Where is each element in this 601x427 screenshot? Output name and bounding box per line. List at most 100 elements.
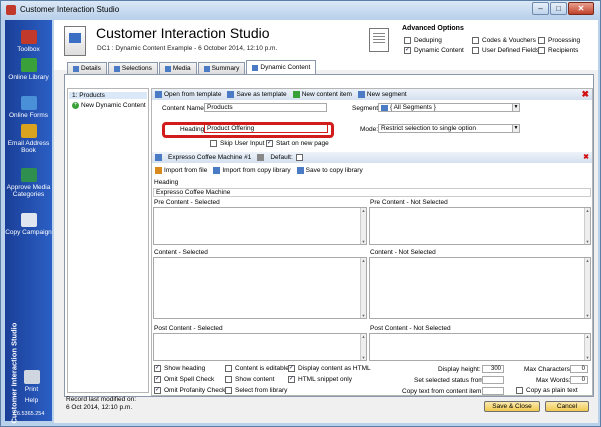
minimize-button[interactable]: – [532, 2, 549, 15]
deduping-checkbox[interactable] [404, 37, 411, 44]
show-content-checkbox[interactable] [225, 376, 232, 383]
tab-media[interactable]: Media [158, 62, 197, 74]
mode-select[interactable]: Restrict selection to single option ▼ [378, 124, 520, 133]
display-html-option[interactable]: ✓ Display content as HTML [288, 365, 371, 372]
segment-value: { All Segments } [390, 104, 436, 111]
scrollbar[interactable]: ▲ ▼ [584, 208, 590, 244]
recipients-checkbox[interactable] [538, 47, 545, 54]
display-html-checkbox[interactable]: ✓ [288, 365, 295, 372]
codes-vouchers-checkbox[interactable] [472, 37, 479, 44]
save-library-icon [296, 167, 304, 174]
save-copy-library-button[interactable]: Save to copy library [296, 167, 363, 174]
set-status-input[interactable] [482, 376, 504, 384]
nav-email-address-book[interactable]: Email Address Book [5, 124, 52, 154]
content-selected-textarea[interactable]: ▲ ▼ [153, 257, 367, 319]
skip-user-input-checkbox[interactable] [210, 140, 217, 147]
nav-toolbox[interactable]: Toolbox [5, 30, 52, 53]
app-icon [6, 5, 16, 15]
content-selected-label: Content - Selected [154, 249, 208, 256]
show-content-option[interactable]: Show content [225, 376, 274, 383]
omit-spell-option[interactable]: ✓ Omit Spell Check [154, 376, 214, 383]
select-library-label: Select from library [235, 387, 288, 394]
content-not-selected-textarea[interactable]: ▲ ▼ [369, 257, 591, 319]
pre-selected-textarea[interactable]: ▲ ▼ [153, 207, 367, 245]
item-header: Expresso Coffee Machine #1 Default: ✖ [152, 152, 592, 163]
item-heading-input[interactable]: Expresso Coffee Machine [153, 188, 591, 197]
item-icon [155, 154, 162, 161]
save-template-button[interactable]: Save as template [227, 91, 287, 98]
start-new-page-checkbox[interactable]: ✓ [266, 140, 273, 147]
new-content-item-button[interactable]: New content item [292, 91, 352, 98]
import-file-button[interactable]: Import from file [155, 167, 207, 174]
content-editable-checkbox[interactable] [225, 365, 232, 372]
segment-select[interactable]: { All Segments } ▼ [378, 103, 520, 112]
new-segment-label: New segment [366, 91, 407, 98]
omit-spell-checkbox[interactable]: ✓ [154, 376, 161, 383]
option-user-defined-fields[interactable]: User Defined Fields [472, 47, 539, 54]
skip-user-input-option[interactable]: Skip User Input [210, 140, 264, 147]
display-height-input[interactable]: 300 [482, 365, 504, 373]
tree-item-new-dynamic-content[interactable]: + New Dynamic Content [72, 102, 146, 109]
edit-icon[interactable] [257, 154, 265, 161]
show-heading-option[interactable]: ✓ Show heading [154, 365, 205, 372]
scrollbar[interactable]: ▲ ▼ [360, 208, 366, 244]
copy-plain-option[interactable]: Copy as plain text [516, 387, 578, 394]
select-library-option[interactable]: Select from library [225, 387, 287, 394]
html-snippet-checkbox[interactable]: ✓ [288, 376, 295, 383]
save-close-button[interactable]: Save & Close [484, 401, 540, 412]
tab-summary[interactable]: Summary [197, 62, 246, 74]
tree-item-products[interactable]: 1: Products [69, 92, 147, 99]
dynamic-content-panel: 1: Products + New Dynamic Content Open f… [64, 74, 594, 397]
copy-text-input[interactable] [482, 387, 504, 395]
scrollbar[interactable]: ▲ ▼ [584, 334, 590, 360]
content-name-label: Content Name: [162, 105, 206, 112]
tab-details[interactable]: Details [67, 62, 107, 74]
close-window-button[interactable]: ✕ [568, 2, 594, 15]
cancel-button[interactable]: Cancel [545, 401, 589, 412]
select-library-checkbox[interactable] [225, 387, 232, 394]
start-new-page-option[interactable]: ✓ Start on new page [266, 140, 329, 147]
new-segment-button[interactable]: New segment [357, 91, 407, 98]
omit-profanity-checkbox[interactable]: ✓ [154, 387, 161, 394]
copy-plain-checkbox[interactable] [516, 387, 523, 394]
import-copy-library-button[interactable]: Import from copy library [213, 167, 291, 174]
heading-input[interactable]: Product Offering [204, 124, 328, 133]
delete-content-icon[interactable]: ✖ [581, 90, 589, 99]
max-words-input[interactable]: 0 [570, 376, 588, 384]
max-chars-input[interactable]: 0 [570, 365, 588, 373]
post-not-selected-textarea[interactable]: ▲ ▼ [369, 333, 591, 361]
scrollbar[interactable]: ▲ ▼ [360, 258, 366, 318]
option-dynamic-content[interactable]: ✓ Dynamic Content [404, 47, 464, 54]
omit-profanity-option[interactable]: ✓ Omit Profanity Check [154, 387, 225, 394]
option-processing[interactable]: Processing [538, 37, 580, 44]
processing-checkbox[interactable] [538, 37, 545, 44]
save-icon [227, 91, 235, 98]
maximize-button[interactable]: □ [550, 2, 567, 15]
nav-approve-media[interactable]: Approve Media Categories [5, 168, 52, 198]
default-checkbox[interactable] [295, 154, 303, 161]
post-selected-textarea[interactable]: ▲ ▼ [153, 333, 367, 361]
show-heading-checkbox[interactable]: ✓ [154, 365, 161, 372]
dynamic-content-checkbox[interactable]: ✓ [404, 47, 411, 54]
option-recipients[interactable]: Recipients [538, 47, 578, 54]
content-name-input[interactable]: Products [204, 103, 327, 112]
tab-selections[interactable]: Selections [107, 62, 158, 74]
delete-item-icon[interactable]: ✖ [583, 153, 589, 162]
nav-online-forms[interactable]: Online Forms [5, 96, 52, 119]
user-defined-fields-checkbox[interactable] [472, 47, 479, 54]
import-library-icon [213, 167, 221, 174]
nav-print[interactable]: Print [11, 370, 52, 393]
scrollbar[interactable]: ▲ ▼ [584, 258, 590, 318]
pre-not-selected-textarea[interactable]: ▲ ▼ [369, 207, 591, 245]
nav-help[interactable]: Help [11, 397, 52, 404]
html-snippet-option[interactable]: ✓ HTML snippet only [288, 376, 352, 383]
nav-online-library[interactable]: Online Library [5, 58, 52, 81]
option-codes-vouchers[interactable]: Codes & Vouchers [472, 37, 536, 44]
default-option[interactable]: Default: [270, 154, 303, 161]
content-editable-option[interactable]: Content is editable [225, 365, 289, 372]
open-template-button[interactable]: Open from template [155, 91, 221, 98]
tab-dynamic-content[interactable]: Dynamic Content [246, 60, 317, 74]
scrollbar[interactable]: ▲ ▼ [360, 334, 366, 360]
option-deduping[interactable]: Deduping [404, 37, 442, 44]
address-book-icon [20, 124, 37, 138]
